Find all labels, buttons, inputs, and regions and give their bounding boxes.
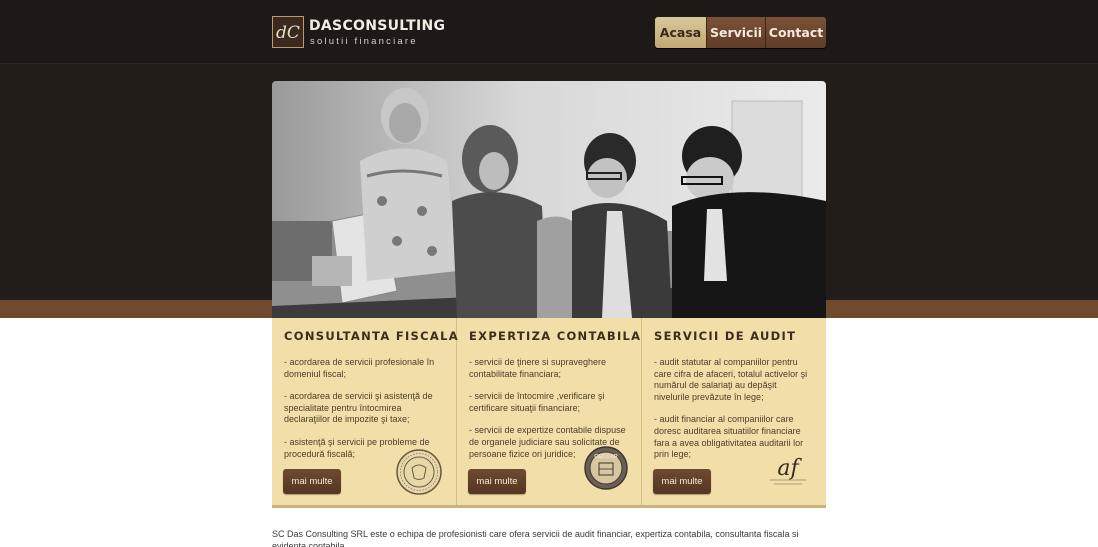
mai-multe-button-audit[interactable]: mai multe xyxy=(653,469,711,494)
logo-monogram-icon: dC xyxy=(272,16,304,48)
column-title: CONSULTANTA FISCALA xyxy=(284,329,459,343)
page-container: dC DASCONSULTING solutii financiare Acas… xyxy=(272,0,826,547)
list-item: - audit statutar al companiilor pentru c… xyxy=(654,357,808,402)
seal3-monogram: af xyxy=(777,456,802,481)
service-column-fiscal: CONSULTANTA FISCALA - acordarea de servi… xyxy=(272,318,459,505)
brand-tagline: solutii financiare xyxy=(310,36,418,47)
nav-item-contact[interactable]: Contact xyxy=(765,17,826,48)
list-item: - acordarea de servicii profesionale în … xyxy=(284,357,435,379)
seal2-text: CECCAR xyxy=(594,454,618,460)
column-title: SERVICII DE AUDIT xyxy=(654,329,797,343)
mai-multe-button-expertiza[interactable]: mai multe xyxy=(468,469,526,494)
hero-image xyxy=(272,81,826,318)
team-photo-icon xyxy=(272,81,826,318)
nav-item-servicii[interactable]: Servicii xyxy=(706,17,765,48)
service-column-expertiza: EXPERTIZA CONTABILA - servicii de ţinere… xyxy=(457,318,642,505)
services-panel: CONSULTANTA FISCALA - acordarea de servi… xyxy=(272,318,826,508)
brand-name: DASCONSULTING xyxy=(309,18,446,34)
logo-monogram-text: dC xyxy=(276,23,300,43)
service-column-audit: SERVICII DE AUDIT - audit statutar al co… xyxy=(642,318,826,505)
list-item: - acordarea de servicii şi asistenţă de … xyxy=(284,391,433,425)
column-title: EXPERTIZA CONTABILA xyxy=(469,329,642,343)
main-nav: Acasa Servicii Contact xyxy=(655,17,826,48)
logo[interactable]: dC DASCONSULTING solutii financiare xyxy=(272,16,445,50)
nav-item-acasa[interactable]: Acasa xyxy=(655,17,706,48)
list-item: - servicii de întocmire ,verificare şi c… xyxy=(469,391,605,413)
ceccar-seal-icon: CECCAR xyxy=(584,446,628,490)
cafr-logo-icon: af xyxy=(770,456,806,485)
list-item: - servicii de ţinere si supraveghere con… xyxy=(469,357,607,379)
mai-multe-button-fiscal[interactable]: mai multe xyxy=(283,469,341,494)
ccf-seal-icon xyxy=(396,449,442,495)
intro-paragraph: SC Das Consulting SRL este o echipa de p… xyxy=(272,529,799,547)
